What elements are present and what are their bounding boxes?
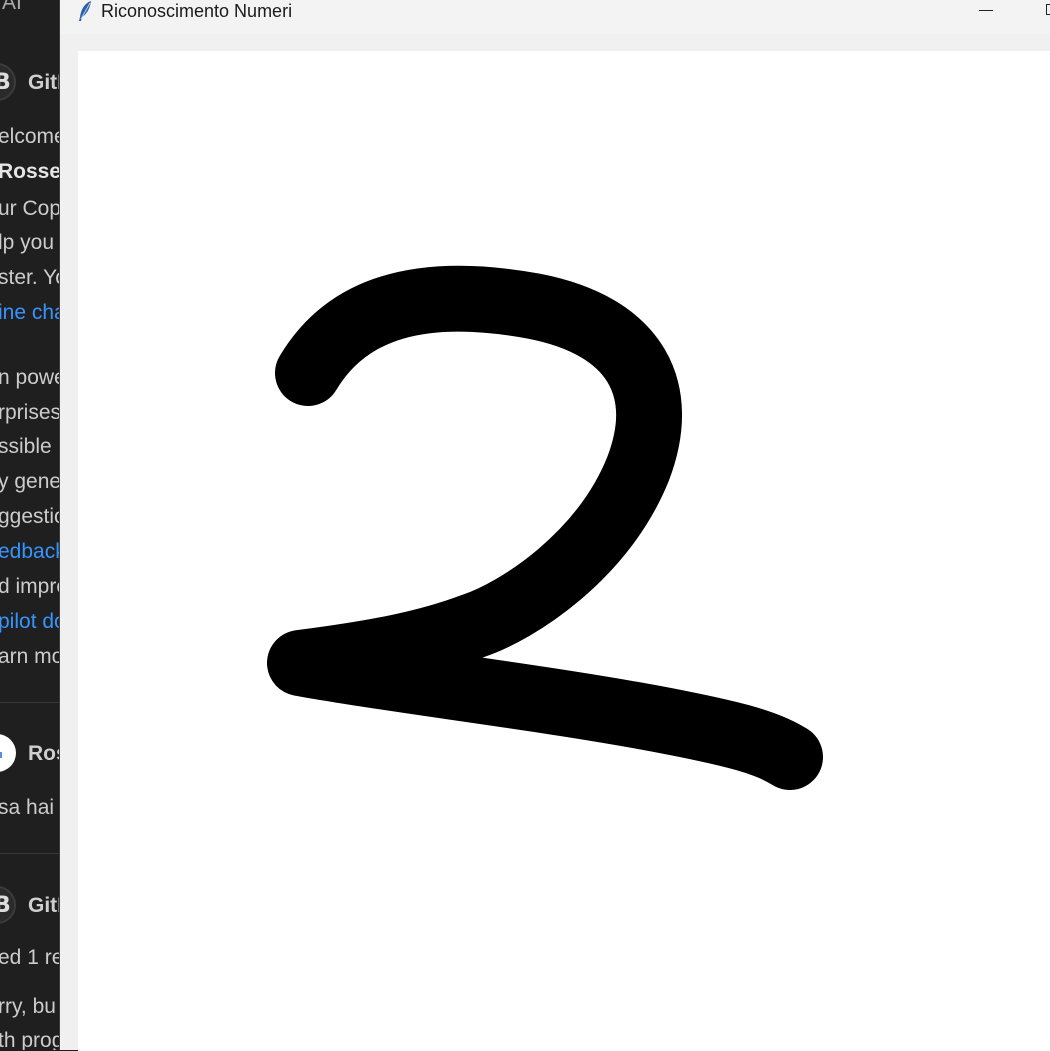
message-text-line: lp you: [0, 231, 55, 254]
drawing-canvas[interactable]: [78, 51, 1050, 1051]
feather-icon: [76, 0, 94, 22]
background-chat-panel: AI B GitHub Copilot elcome Rossella ur C…: [0, 0, 60, 1050]
message-text-line: ggestio: [0, 505, 60, 528]
message-author: Rossella: [28, 742, 60, 765]
window-title: Riconoscimento Numeri: [101, 1, 293, 21]
message-divider: [0, 702, 60, 703]
chat-header-label: AI: [2, 0, 22, 14]
message-link[interactable]: pilot do: [0, 609, 60, 635]
copilot-avatar: B: [0, 63, 16, 101]
message-text-line: y gener: [0, 470, 60, 493]
message-text-line: ed 1 ref: [0, 946, 60, 969]
message-divider: [0, 853, 60, 854]
message-text-line: ssible: [0, 435, 52, 458]
message-text-line: ur Copilot: [0, 197, 60, 220]
message-text-line: ster. Yo: [0, 266, 60, 289]
message-text-line: d impro: [0, 575, 60, 598]
message-text-line: arn mor: [0, 645, 60, 668]
message-text-line: rprises: [0, 401, 60, 424]
title-bar[interactable]: Riconoscimento Numeri: [60, 0, 1050, 34]
message-link[interactable]: edback: [0, 539, 60, 565]
handwritten-digit-two: [267, 265, 823, 790]
message-text-line: sa hai: [0, 796, 55, 819]
app-window: Riconoscimento Numeri: [59, 0, 1050, 1051]
message-text-line: th prog: [0, 1029, 60, 1050]
message-author: GitHub Copilot: [28, 894, 60, 917]
message-text-line: elcome: [0, 125, 60, 148]
minimize-icon[interactable]: [960, 0, 1010, 24]
user-avatar: [0, 734, 16, 772]
message-author: GitHub Copilot: [28, 71, 60, 94]
message-text-line: rry, bu: [0, 995, 56, 1018]
message-text-line: n power: [0, 366, 60, 389]
message-text-line: Rossella: [0, 160, 60, 183]
copilot-avatar: B: [0, 886, 16, 924]
maximize-icon[interactable]: [1030, 0, 1050, 24]
message-link[interactable]: ine chat: [0, 300, 60, 326]
